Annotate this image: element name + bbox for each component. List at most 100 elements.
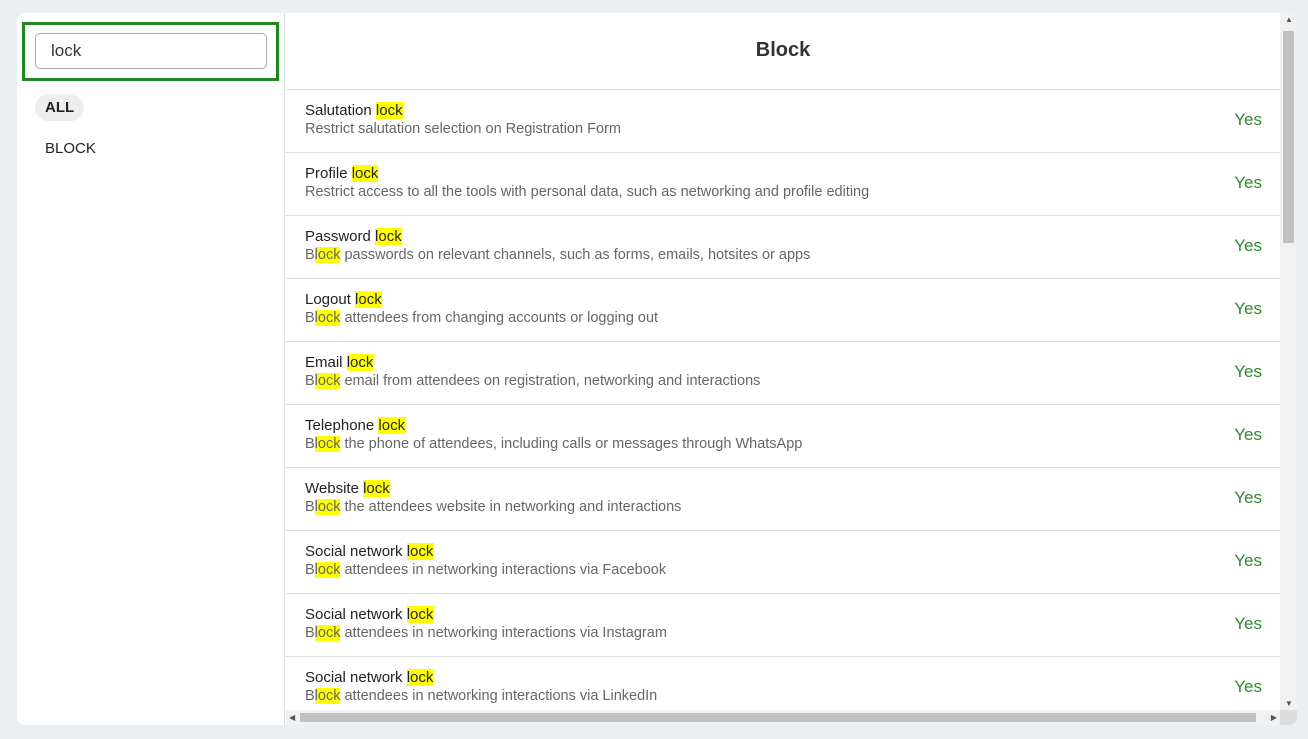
title-text: Social network	[305, 606, 407, 623]
setting-row[interactable]: Logout lock Block attendees from changin…	[286, 279, 1280, 342]
setting-value[interactable]: Yes	[1234, 551, 1262, 571]
setting-value[interactable]: Yes	[1234, 236, 1262, 256]
description-text: attendees in networking interactions via…	[340, 625, 667, 641]
setting-value[interactable]: Yes	[1234, 299, 1262, 319]
vertical-scroll-thumb[interactable]	[1283, 31, 1294, 243]
description-text: email from attendees on registration, ne…	[340, 373, 761, 389]
description-text: Restrict access to all the tools with pe…	[305, 184, 870, 200]
setting-title: Salutation lock	[305, 102, 1261, 120]
title-text: Email	[305, 354, 347, 371]
setting-row[interactable]: Telephone lock Block the phone of attend…	[286, 405, 1280, 468]
title-text: Telephone	[305, 417, 379, 434]
search-highlight: lock	[314, 688, 341, 704]
scroll-right-icon[interactable]: ▶	[1271, 713, 1277, 722]
scroll-left-icon[interactable]: ◀	[289, 713, 295, 722]
description-text: B	[305, 688, 315, 704]
setting-description: Block attendees from changing accounts o…	[305, 309, 1261, 327]
setting-description: Block email from attendees on registrati…	[305, 372, 1261, 390]
setting-description: Restrict access to all the tools with pe…	[305, 183, 1261, 201]
scroll-up-icon[interactable]: ▲	[1285, 15, 1293, 24]
title-text: Password	[305, 228, 376, 245]
description-text: B	[305, 310, 315, 326]
setting-row[interactable]: Salutation lock Restrict salutation sele…	[286, 90, 1280, 153]
title-text: Logout	[305, 291, 356, 308]
search-highlight: lock	[346, 354, 374, 371]
setting-value[interactable]: Yes	[1234, 614, 1262, 634]
settings-panel: ALL BLOCK Block Salutation lock Restrict…	[17, 13, 1297, 725]
horizontal-scroll-thumb[interactable]	[300, 713, 1256, 722]
setting-description: Block the attendees website in networkin…	[305, 498, 1261, 516]
category-block[interactable]: BLOCK	[35, 135, 106, 162]
setting-title: Email lock	[305, 354, 1261, 372]
category-all[interactable]: ALL	[35, 94, 85, 121]
scroll-corner	[1280, 710, 1297, 725]
description-text: the attendees website in networking and …	[340, 499, 682, 515]
description-text: attendees from changing accounts or logg…	[340, 310, 659, 326]
setting-description: Block the phone of attendees, including …	[305, 435, 1261, 453]
description-text: attendees in networking interactions via…	[340, 562, 667, 578]
search-focus-ring	[22, 22, 279, 81]
description-text: attendees in networking interactions via…	[340, 688, 658, 704]
search-highlight: lock	[314, 310, 341, 326]
settings-list: Block Salutation lock Restrict salutatio…	[286, 13, 1280, 710]
description-text: B	[305, 625, 315, 641]
setting-row[interactable]: Profile lock Restrict access to all the …	[286, 153, 1280, 216]
search-highlight: lock	[351, 165, 379, 182]
setting-row[interactable]: Website lock Block the attendees website…	[286, 468, 1280, 531]
title-text: Salutation	[305, 102, 376, 119]
setting-value[interactable]: Yes	[1234, 173, 1262, 193]
description-text: Restrict salutation selection on Registr…	[305, 121, 621, 137]
search-highlight: lock	[363, 480, 390, 497]
scroll-down-icon[interactable]: ▼	[1285, 699, 1293, 708]
setting-title: Logout lock	[305, 291, 1261, 309]
search-highlight: lock	[375, 102, 403, 119]
setting-description: Block passwords on relevant channels, su…	[305, 246, 1261, 264]
setting-value[interactable]: Yes	[1234, 110, 1262, 130]
setting-title: Social network lock	[305, 606, 1261, 624]
section-title: Block	[286, 13, 1280, 90]
setting-row[interactable]: Social network lock Block attendees in n…	[286, 594, 1280, 657]
title-text: Social network	[305, 669, 407, 686]
setting-title: Social network lock	[305, 669, 1261, 687]
setting-description: Block attendees in networking interactio…	[305, 561, 1261, 579]
search-highlight: lock	[314, 499, 341, 515]
search-highlight: lock	[378, 417, 406, 434]
description-text: the phone of attendees, including calls …	[340, 436, 803, 452]
setting-row[interactable]: Password lock Block passwords on relevan…	[286, 216, 1280, 279]
description-text: B	[305, 247, 315, 263]
setting-value[interactable]: Yes	[1234, 488, 1262, 508]
setting-description: Block attendees in networking interactio…	[305, 624, 1261, 642]
setting-value[interactable]: Yes	[1234, 362, 1262, 382]
horizontal-scrollbar[interactable]: ◀ ▶	[286, 710, 1280, 725]
search-highlight: lock	[314, 373, 341, 389]
setting-description: Restrict salutation selection on Registr…	[305, 120, 1261, 138]
setting-row[interactable]: Email lock Block email from attendees on…	[286, 342, 1280, 405]
setting-title: Website lock	[305, 480, 1261, 498]
search-highlight: lock	[314, 562, 341, 578]
setting-row[interactable]: Social network lock Block attendees in n…	[286, 657, 1280, 710]
setting-value[interactable]: Yes	[1234, 425, 1262, 445]
setting-title: Social network lock	[305, 543, 1261, 561]
title-text: Social network	[305, 543, 407, 560]
setting-title: Password lock	[305, 228, 1261, 246]
sidebar: ALL BLOCK	[17, 13, 285, 725]
description-text: B	[305, 373, 315, 389]
description-text: B	[305, 499, 315, 515]
setting-value[interactable]: Yes	[1234, 677, 1262, 697]
search-highlight: lock	[406, 543, 434, 560]
setting-title: Telephone lock	[305, 417, 1261, 435]
search-highlight: lock	[314, 436, 341, 452]
description-text: B	[305, 562, 315, 578]
description-text: passwords on relevant channels, such as …	[340, 247, 811, 263]
setting-title: Profile lock	[305, 165, 1261, 183]
search-highlight: lock	[406, 606, 434, 623]
setting-row[interactable]: Social network lock Block attendees in n…	[286, 531, 1280, 594]
setting-description: Block attendees in networking interactio…	[305, 687, 1261, 705]
search-highlight: lock	[314, 247, 341, 263]
vertical-scrollbar[interactable]: ▲ ▼	[1280, 13, 1297, 710]
search-highlight: lock	[355, 291, 382, 308]
title-text: Profile	[305, 165, 352, 182]
search-highlight: lock	[314, 625, 341, 641]
search-input[interactable]	[35, 33, 267, 69]
search-highlight: lock	[375, 228, 402, 245]
